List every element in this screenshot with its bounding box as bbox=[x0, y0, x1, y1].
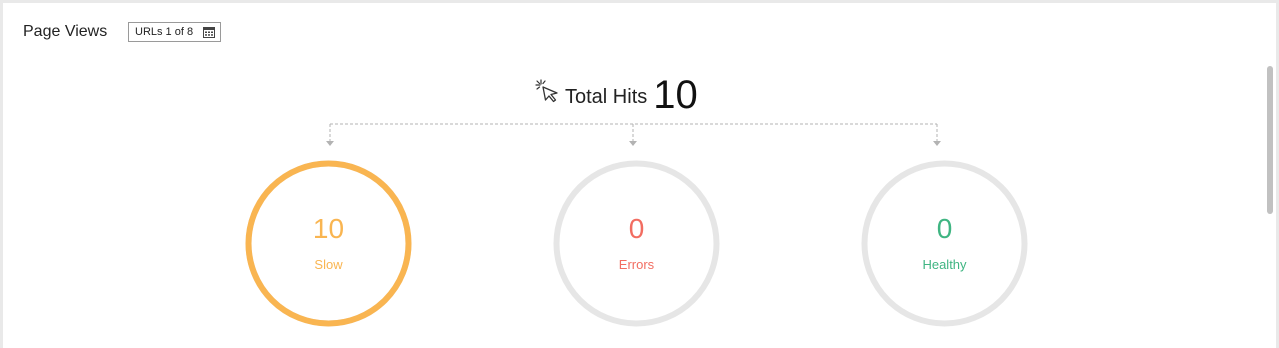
page-views-panel: Page Views URLs 1 of 8 Total Hits 10 10 … bbox=[3, 3, 1276, 348]
healthy-label: Healthy bbox=[922, 257, 967, 272]
connector-arrow-icon bbox=[629, 141, 637, 146]
vertical-scrollbar[interactable] bbox=[1267, 66, 1273, 214]
errors-label: Errors bbox=[618, 257, 655, 272]
slow-metric[interactable]: 10 Slow bbox=[245, 160, 412, 327]
healthy-value: 0 bbox=[936, 213, 953, 244]
healthy-metric[interactable]: 0 Healthy bbox=[861, 160, 1028, 327]
slow-label: Slow bbox=[314, 257, 343, 272]
connector-arrow-icon bbox=[933, 141, 941, 146]
errors-value: 0 bbox=[628, 213, 645, 244]
hierarchy-connector bbox=[326, 123, 941, 146]
errors-metric[interactable]: 0 Errors bbox=[553, 160, 720, 327]
connector-arrow-icon bbox=[326, 141, 334, 146]
slow-value: 10 bbox=[312, 213, 345, 244]
